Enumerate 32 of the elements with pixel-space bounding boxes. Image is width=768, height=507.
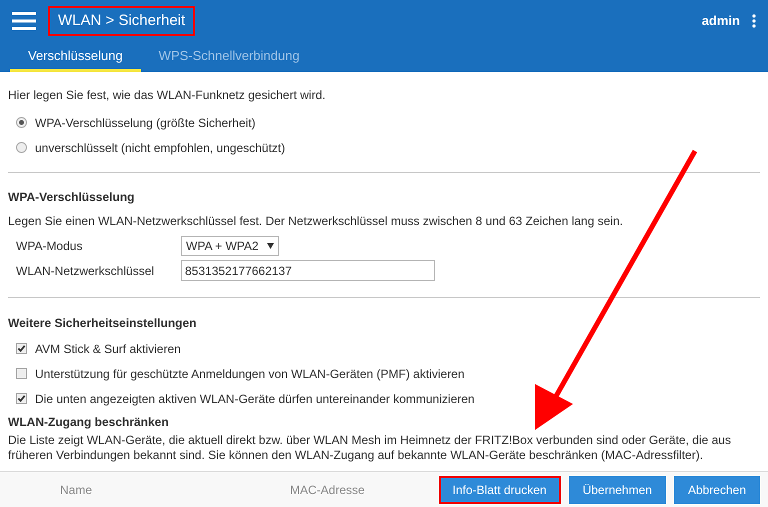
radio-button[interactable] (16, 142, 27, 153)
more-options-icon[interactable] (752, 14, 756, 28)
mode-dropdown[interactable]: WPA + WPA2 (181, 236, 279, 256)
column-header: Name (60, 482, 94, 498)
action-button[interactable]: Abbrechen (674, 476, 760, 504)
radio-label: unverschlüsselt (nicht empfohlen, ungeschützt) (35, 140, 286, 156)
checkbox-label: Unterstützung für geschützte Anmeldungen von WLAN-Geräten (PMF) aktivieren (35, 366, 465, 382)
section-heading: WLAN-Zugang beschränken (8, 414, 170, 431)
tab[interactable]: Verschlüsselung (10, 42, 141, 72)
checkbox[interactable] (16, 343, 27, 354)
user-name[interactable]: admin (702, 11, 740, 31)
section-heading: Weitere Sicherheitseinstellungen (8, 315, 198, 332)
network-key-field[interactable]: 8531352177662137 (181, 260, 435, 281)
menu-icon[interactable] (12, 12, 36, 30)
radio-button[interactable] (16, 117, 27, 128)
checkbox[interactable] (16, 393, 27, 404)
tab[interactable]: WPS-Schnellverbindung (140, 42, 318, 72)
checkbox-label: Die unten angezeigten aktiven WLAN-Geräte dürfen untereinander kommunizieren (35, 390, 475, 408)
action-button[interactable]: Übernehmen (568, 476, 666, 504)
checkbox-label: AVM Stick & Surf aktivieren (35, 340, 181, 358)
description-text: Legen Sie einen WLAN-Netzwerkschlüssel fest. Der Netzwerkschlüssel muss zwischen 8 und 63 Zeichen lang sein. (8, 213, 624, 230)
breadcrumb: WLAN > Sicherheit (48, 6, 196, 36)
intro-text: Hier legen Sie fest, wie das WLAN-Funknetz gesichert wird. (8, 87, 326, 104)
field-label: WLAN-Netzwerkschlüssel (16, 262, 156, 280)
section-heading: WPA-Verschlüsselung (8, 189, 136, 206)
field-label: WPA-Modus (16, 238, 84, 254)
caret-icon (266, 242, 274, 248)
checkbox[interactable] (16, 368, 27, 379)
radio-label: WPA-Verschlüsselung (größte Sicherheit) (35, 114, 256, 132)
description-text: Die Liste zeigt WLAN-Geräte, die aktuell direkt bzw. über WLAN Mesh im Heimnetz der FRITZ!Box verbunden sind oder Geräte, die aus früheren Verbindungen bekannt sind. Sie können den WLAN-Zugang auf bekannte WLAN-Geräte beschränken (MAC-Adressfilter). (8, 433, 732, 463)
action-button[interactable]: Info-Blatt drucken (438, 476, 561, 504)
column-header: MAC-Adresse (290, 482, 365, 498)
